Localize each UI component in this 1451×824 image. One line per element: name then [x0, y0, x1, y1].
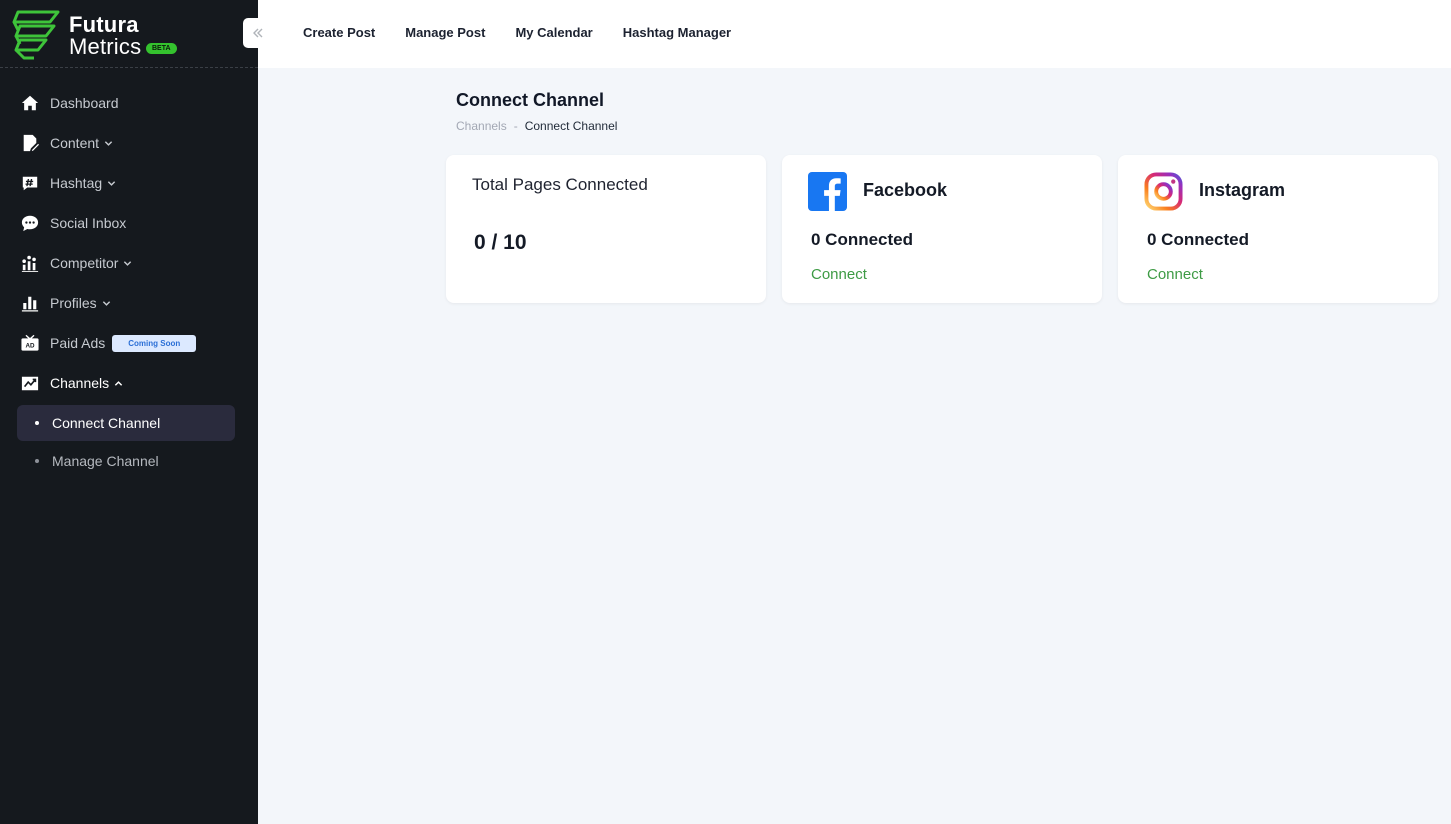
sidebar-subitem-label: Connect Channel [52, 415, 161, 431]
competitor-icon [21, 254, 39, 272]
topnav-create-post[interactable]: Create Post [303, 25, 375, 40]
sidebar-item-label: Paid Ads [50, 335, 106, 351]
total-pages-title: Total Pages Connected [472, 175, 648, 194]
collapse-sidebar-button[interactable] [243, 18, 273, 48]
instagram-name: Instagram [1199, 180, 1286, 200]
facebook-connect-link[interactable]: Connect [811, 266, 867, 283]
sidebar-item-paid-ads[interactable]: AD Paid Ads Coming Soon [0, 323, 258, 363]
sidebar-item-label: Dashboard [50, 95, 119, 111]
bullet-icon [35, 421, 39, 425]
total-pages-card: Total Pages Connected 0 / 10 [446, 155, 766, 303]
instagram-icon [1144, 172, 1183, 211]
ad-icon: AD [21, 334, 39, 352]
sidebar-item-competitor[interactable]: Competitor [0, 243, 258, 283]
bar-chart-icon [21, 294, 39, 312]
sidebar-divider [0, 67, 258, 68]
page-title: Connect Channel [456, 90, 605, 110]
facebook-card: Facebook 0 Connected Connect [782, 155, 1102, 303]
futura-metrics-logo-icon [12, 10, 60, 60]
double-chevron-left-icon [253, 28, 263, 38]
topnav-my-calendar[interactable]: My Calendar [515, 25, 592, 40]
sidebar-item-label: Social Inbox [50, 215, 127, 231]
sidebar-item-label: Hashtag [50, 175, 103, 191]
sidebar-item-dashboard[interactable]: Dashboard [0, 83, 258, 123]
instagram-connected-count: 0 Connected [1147, 230, 1250, 249]
brand-name-line2: Metrics [69, 34, 142, 59]
facebook-connected-count: 0 Connected [811, 230, 914, 249]
sidebar-subitem-connect-channel[interactable]: Connect Channel [17, 405, 235, 441]
sidebar-item-content[interactable]: Content [0, 123, 258, 163]
instagram-connect-link[interactable]: Connect [1147, 266, 1203, 283]
breadcrumb: Channels - Connect Channel [456, 119, 617, 133]
svg-text:AD: AD [25, 343, 35, 350]
topnav-manage-post[interactable]: Manage Post [405, 25, 485, 40]
sidebar-nav: Dashboard Content Hashtag Social Inbox C… [0, 83, 258, 479]
sidebar-item-label: Channels [50, 375, 110, 391]
brand-logo[interactable]: Futura Metrics BETA [12, 8, 192, 60]
content-icon [21, 134, 39, 152]
bullet-icon [35, 459, 39, 463]
sidebar-item-social-inbox[interactable]: Social Inbox [0, 203, 258, 243]
sidebar: Futura Metrics BETA Dashboard Content Ha… [0, 0, 258, 824]
top-nav: Create Post Manage Post My Calendar Hash… [303, 0, 761, 64]
chevron-down-icon [107, 179, 116, 188]
top-bar: Create Post Manage Post My Calendar Hash… [243, 0, 1451, 68]
home-icon [21, 94, 39, 112]
sidebar-subitem-label: Manage Channel [52, 453, 159, 469]
chevron-down-icon [102, 299, 111, 308]
facebook-icon [808, 172, 847, 211]
beta-badge: BETA [146, 43, 177, 54]
breadcrumb-separator: - [513, 119, 518, 133]
sidebar-subitem-manage-channel[interactable]: Manage Channel [17, 443, 235, 479]
sidebar-item-label: Competitor [50, 255, 119, 271]
channels-icon [21, 374, 39, 392]
chevron-down-icon [123, 259, 132, 268]
topnav-hashtag-manager[interactable]: Hashtag Manager [623, 25, 731, 40]
sidebar-item-channels[interactable]: Channels [0, 363, 258, 403]
chevron-down-icon [104, 139, 113, 148]
breadcrumb-parent-link[interactable]: Channels [456, 119, 507, 133]
coming-soon-badge: Coming Soon [112, 334, 197, 352]
chat-icon [21, 214, 39, 232]
instagram-card: Instagram 0 Connected Connect [1118, 155, 1438, 303]
total-pages-value: 0 / 10 [474, 231, 527, 254]
sidebar-item-profiles[interactable]: Profiles [0, 283, 258, 323]
hashtag-icon [21, 174, 39, 192]
sidebar-item-label: Profiles [50, 295, 97, 311]
chevron-up-icon [114, 379, 123, 388]
facebook-name: Facebook [863, 180, 948, 200]
breadcrumb-current: Connect Channel [524, 119, 618, 133]
sidebar-item-label: Content [50, 135, 100, 151]
sidebar-item-hashtag[interactable]: Hashtag [0, 163, 258, 203]
